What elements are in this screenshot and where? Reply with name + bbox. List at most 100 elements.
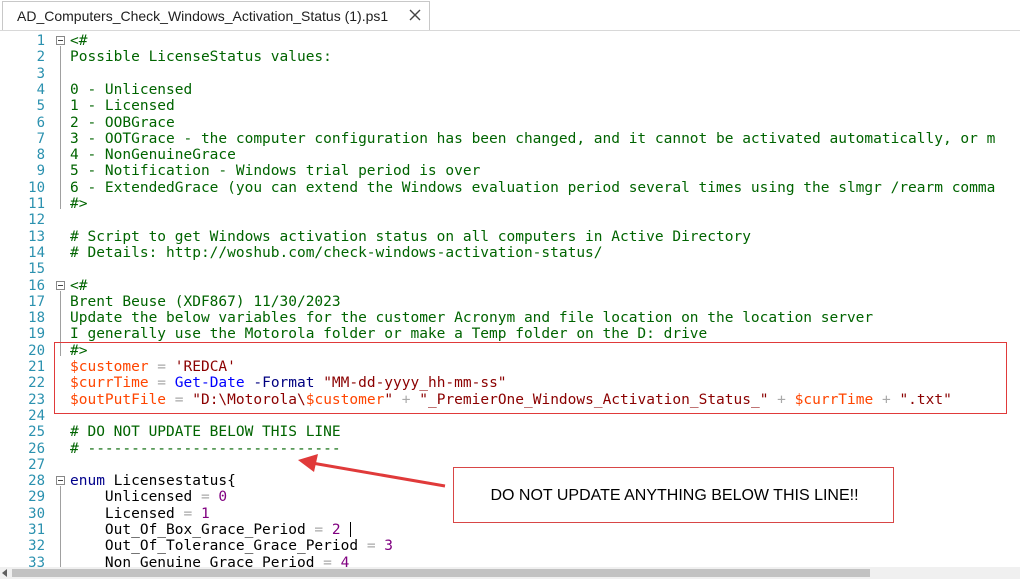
line-number: 7 — [36, 130, 45, 147]
code-token: #> — [70, 196, 88, 212]
line-number: 31 — [28, 522, 45, 538]
fold-guide — [60, 486, 61, 567]
line-number: 26 — [28, 440, 45, 457]
code-text: Possible LicenseStatus values: — [70, 49, 332, 65]
code-text: 0 - Unlicensed — [70, 82, 192, 98]
horizontal-scrollbar[interactable] — [0, 567, 1020, 579]
code-token: I generally use the Motorola folder or m… — [70, 326, 708, 343]
code-token: Licensestatus{ — [104, 473, 236, 490]
code-text: # Script to get Windows activation statu… — [70, 229, 751, 245]
code-token: 2 - OOBGrace — [70, 114, 175, 131]
code-token: Licensed — [70, 505, 175, 522]
code-token: = — [174, 505, 201, 522]
code-token: enum — [70, 473, 105, 490]
line-number: 29 — [28, 489, 45, 506]
code-line[interactable]: 10 6 - ExtendedGrace (you can extend the … — [0, 180, 1020, 196]
tab-bar: AD_Computers_Check_Windows_Activation_St… — [0, 0, 1020, 31]
code-token: 0 — [218, 489, 228, 506]
code-line[interactable]: 7 3 - OOTGrace - the computer configurati… — [0, 131, 1020, 147]
scroll-left-icon[interactable] — [2, 569, 7, 577]
code-token: # Script to get Windows activation statu… — [70, 228, 751, 245]
code-token: 2 — [331, 522, 341, 538]
line-number: 13 — [28, 228, 45, 245]
line-number: 18 — [28, 310, 45, 327]
code-line[interactable]: 17 Brent Beuse (XDF867) 11/30/2023 — [0, 294, 1020, 310]
code-text: 1 - Licensed — [70, 98, 175, 114]
line-number: 16 — [28, 277, 45, 294]
code-token: = — [314, 554, 341, 567]
line-number: 10 — [28, 179, 45, 196]
code-token: 0 - Unlicensed — [70, 81, 193, 98]
line-number: 21 — [28, 359, 45, 375]
line-number: 12 — [28, 212, 45, 229]
code-token: = — [358, 538, 385, 555]
tab-script-file[interactable]: AD_Computers_Check_Windows_Activation_St… — [2, 1, 430, 30]
code-line[interactable]: 12 — [0, 212, 1020, 228]
code-token: Out_Of_Box_Grace_Period — [70, 522, 306, 538]
code-line[interactable]: 14 # Details: http://woshub.com/check-win… — [0, 245, 1020, 261]
code-line[interactable]: 32 Out_Of_Tolerance_Grace_Period = 3 — [0, 538, 1020, 554]
code-line[interactable]: 18 Update the below variables for the cus… — [0, 310, 1020, 326]
code-token: # Details: http://woshub.com/check-windo… — [70, 244, 603, 261]
fold-toggle-icon[interactable] — [56, 36, 65, 45]
code-token: 4 — [340, 554, 350, 567]
fold-toggle-icon[interactable] — [56, 476, 65, 486]
code-token: Possible LicenseStatus values: — [70, 49, 332, 66]
code-text: 6 - ExtendedGrace (you can extend the Wi… — [70, 180, 995, 196]
code-token: 3 — [384, 538, 394, 555]
line-number: 5 — [36, 98, 45, 115]
code-text: enum Licensestatus{ — [70, 473, 236, 489]
annotation-callout: DO NOT UPDATE ANYTHING BELOW THIS LINE!! — [453, 467, 894, 523]
code-token: Update the below variables for the custo… — [70, 310, 874, 327]
code-token: 3 - OOTGrace - the computer configuratio… — [70, 130, 996, 147]
code-line[interactable]: 1 <# — [0, 33, 1020, 49]
code-token: <# — [70, 33, 88, 49]
code-line[interactable]: 33 Non_Genuine_Grace_Period = 4 — [0, 555, 1020, 567]
code-line[interactable]: 25 # DO NOT UPDATE BELOW THIS LINE — [0, 424, 1020, 440]
fold-guide — [60, 46, 61, 209]
scrollbar-thumb[interactable] — [12, 569, 870, 577]
fold-toggle-icon[interactable] — [56, 280, 65, 290]
code-line[interactable]: 31 Out_Of_Box_Grace_Period = 2 — [0, 522, 1020, 538]
line-number: 27 — [28, 456, 45, 473]
code-line[interactable]: 19 I generally use the Motorola folder or… — [0, 326, 1020, 342]
highlight-box — [54, 342, 1007, 414]
code-token: 5 - Notification - Windows trial period … — [70, 163, 481, 180]
code-text: <# — [70, 278, 87, 294]
line-number: 17 — [28, 293, 45, 310]
arrow-icon — [298, 454, 446, 488]
close-icon[interactable] — [409, 9, 421, 21]
line-number: 11 — [28, 196, 45, 212]
code-line[interactable]: 16 <# — [0, 278, 1020, 294]
code-line[interactable]: 8 4 - NonGenuineGrace — [0, 147, 1020, 163]
line-number: 30 — [28, 505, 45, 522]
code-text: Out_Of_Box_Grace_Period = 2 — [70, 522, 341, 538]
code-token: Unlicensed — [70, 489, 193, 506]
code-line[interactable]: 15 — [0, 261, 1020, 277]
line-number: 15 — [28, 261, 45, 278]
code-line[interactable]: 3 — [0, 66, 1020, 82]
code-line[interactable]: 4 0 - Unlicensed — [0, 82, 1020, 98]
code-text: #> — [70, 196, 87, 212]
code-line[interactable]: 11 #> — [0, 196, 1020, 212]
code-text: 5 - Notification - Windows trial period … — [70, 163, 480, 179]
code-text: 3 - OOTGrace - the computer configuratio… — [70, 131, 995, 147]
code-line[interactable]: 5 1 - Licensed — [0, 98, 1020, 114]
code-token: # DO NOT UPDATE BELOW THIS LINE — [70, 424, 341, 441]
line-number: 25 — [28, 424, 45, 441]
code-token: = — [305, 522, 332, 538]
code-text: Non_Genuine_Grace_Period = 4 — [70, 555, 349, 567]
line-number: 19 — [28, 326, 45, 343]
code-token: 1 — [200, 505, 210, 522]
code-text: Update the below variables for the custo… — [70, 310, 873, 326]
line-number: 8 — [36, 147, 45, 164]
code-line[interactable]: 13 # Script to get Windows activation sta… — [0, 229, 1020, 245]
code-line[interactable]: 2 Possible LicenseStatus values: — [0, 49, 1020, 65]
code-line[interactable]: 26 # ----------------------------- — [0, 441, 1020, 457]
code-line[interactable]: 9 5 - Notification - Windows trial period… — [0, 163, 1020, 179]
code-text: Licensed = 1 — [70, 506, 210, 522]
code-token: Brent Beuse (XDF867) 11/30/2023 — [70, 293, 341, 310]
code-line[interactable]: 6 2 - OOBGrace — [0, 115, 1020, 131]
line-number: 33 — [28, 554, 45, 567]
line-number: 23 — [28, 391, 45, 408]
